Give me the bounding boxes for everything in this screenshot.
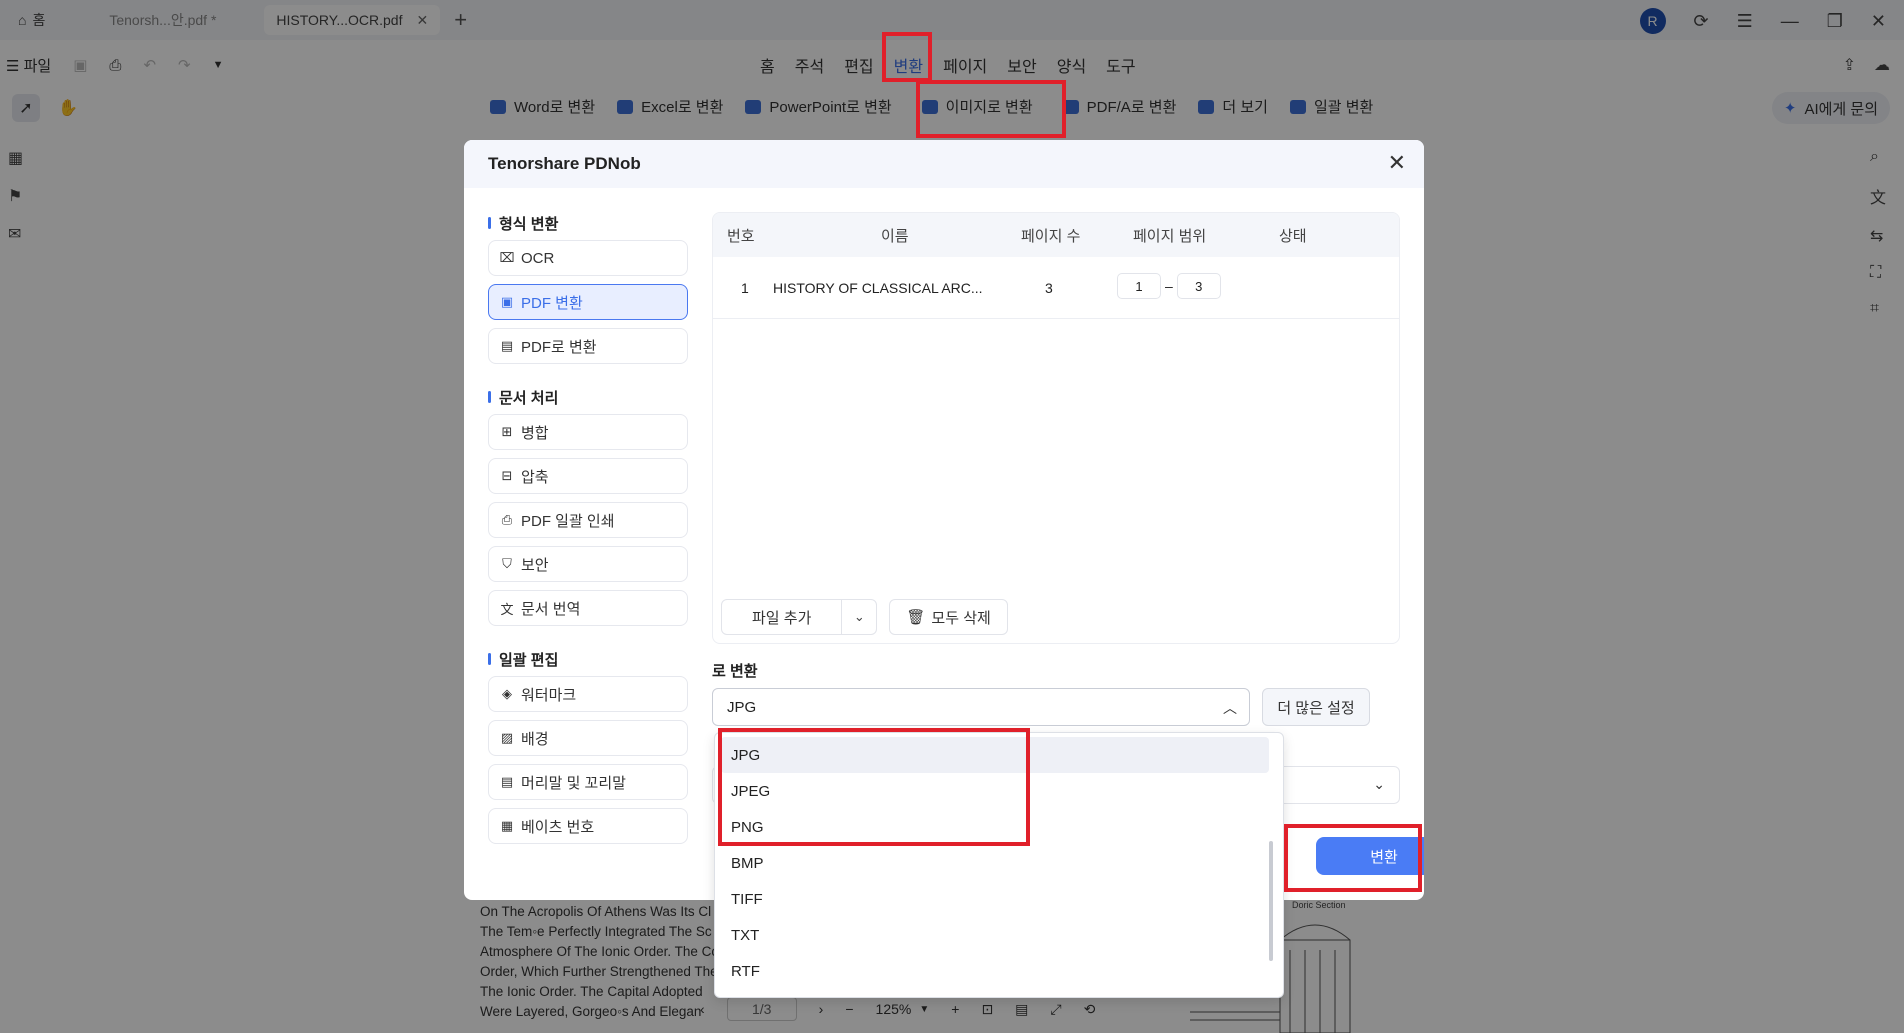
delete-all-button[interactable]: 🗑 모두 삭제 xyxy=(889,599,1008,635)
sidebar-item-label: 문서 번역 xyxy=(521,600,581,618)
column-header-status: 상태 xyxy=(1279,227,1307,245)
add-file-label[interactable]: 파일 추가 xyxy=(722,600,843,634)
sidebar-item-translate[interactable]: 文 문서 번역 xyxy=(488,590,688,626)
sidebar-item-header-footer[interactable]: ▤ 머리말 및 꼬리말 xyxy=(488,764,688,800)
row-file-name: HISTORY OF CLASSICAL ARC... xyxy=(773,279,983,296)
option-rtf[interactable]: RTF xyxy=(715,953,1270,989)
dialog-header: Tenorshare PDNob ✕ xyxy=(464,140,1424,188)
sidebar-item-ocr[interactable]: ⌧ OCR xyxy=(488,240,688,276)
bates-number-icon: ▦ xyxy=(500,818,514,833)
sidebar-item-label: 워터마크 xyxy=(521,686,577,704)
format-select[interactable]: JPG ︿ xyxy=(712,688,1250,726)
option-png[interactable]: PNG xyxy=(715,809,1270,845)
trash-icon: 🗑 xyxy=(906,609,926,626)
format-select-value: JPG xyxy=(727,698,757,716)
to-pdf-icon: ▤ xyxy=(500,338,514,353)
option-txt[interactable]: TXT xyxy=(715,917,1270,953)
page-range-from[interactable]: 1 xyxy=(1117,273,1161,299)
sidebar-item-label: 보안 xyxy=(521,556,549,574)
chevron-down-icon[interactable]: ⌄ xyxy=(842,609,876,625)
dialog-sidebar: 형식 변환 ⌧ OCR ▣ PDF 변환 ▤ PDF로 변환 문서 처리 ⊞ 병합 ⊟ 압… xyxy=(488,212,688,852)
sidebar-item-watermark[interactable]: ◈ 워터마크 xyxy=(488,676,688,712)
column-header-range: 페이지 범위 xyxy=(1133,227,1207,245)
sidebar-item-label: PDF 일괄 인쇄 xyxy=(521,512,615,530)
file-list-panel: 번호 이름 페이지 수 페이지 범위 상태 1 HISTORY OF CLASS… xyxy=(712,212,1400,644)
sidebar-item-background[interactable]: ▨ 배경 xyxy=(488,720,688,756)
more-settings-button[interactable]: 더 많은 설정 xyxy=(1262,688,1370,726)
option-jpeg[interactable]: JPEG xyxy=(715,773,1270,809)
sidebar-item-compress[interactable]: ⊟ 압축 xyxy=(488,458,688,494)
column-header-pages: 페이지 수 xyxy=(1021,227,1081,245)
sidebar-item-label: 압축 xyxy=(521,468,549,486)
close-dialog-icon[interactable]: ✕ xyxy=(1388,152,1406,174)
add-file-button[interactable]: 파일 추가 ⌄ xyxy=(721,599,878,635)
sidebar-item-label: 베이츠 번호 xyxy=(521,818,595,836)
column-header-number: 번호 xyxy=(727,227,755,245)
sidebar-item-label: OCR xyxy=(521,249,555,267)
section-batch-edit-title: 일괄 편집 xyxy=(499,651,559,669)
sidebar-item-label: 병합 xyxy=(521,424,549,442)
translate-doc-icon: 文 xyxy=(500,601,514,617)
header-footer-icon: ▤ xyxy=(500,774,514,789)
printer-icon: ⎙ xyxy=(501,512,513,527)
sidebar-item-label: PDF로 변환 xyxy=(521,338,597,356)
sidebar-item-to-pdf[interactable]: ▤ PDF로 변환 xyxy=(488,328,688,364)
column-header-name: 이름 xyxy=(881,227,909,245)
sidebar-item-label: PDF 변환 xyxy=(521,294,583,312)
delete-all-label: 모두 삭제 xyxy=(931,609,991,627)
sidebar-item-pdf-convert[interactable]: ▣ PDF 변환 xyxy=(488,284,688,320)
page-range: 1 – 3 xyxy=(1117,273,1221,299)
option-bmp[interactable]: BMP xyxy=(715,845,1270,881)
page-range-to[interactable]: 3 xyxy=(1176,273,1221,299)
shield-icon: ⛉ xyxy=(502,556,512,571)
watermark-icon: ◈ xyxy=(502,686,512,701)
section-document: 문서 처리 xyxy=(488,386,688,408)
chevron-up-icon: ︿ xyxy=(1223,700,1237,716)
convert-button[interactable]: 변환 xyxy=(1316,837,1424,875)
chevron-down-icon: ⌄ xyxy=(1373,776,1385,792)
compress-icon: ⊟ xyxy=(501,468,513,483)
format-dropdown-list: JPG JPEG PNG BMP TIFF TXT RTF xyxy=(714,732,1284,998)
dropdown-scrollbar[interactable] xyxy=(1269,841,1273,961)
row-page-count: 3 xyxy=(1045,279,1053,296)
section-batch-edit: 일괄 편집 xyxy=(488,648,688,670)
section-format-title: 형식 변환 xyxy=(499,215,559,233)
table-header: 번호 이름 페이지 수 페이지 범위 상태 xyxy=(713,213,1399,257)
table-row[interactable]: 1 HISTORY OF CLASSICAL ARC... 3 1 – 3 xyxy=(713,257,1399,319)
option-tiff[interactable]: TIFF xyxy=(715,881,1270,917)
sidebar-item-label: 배경 xyxy=(521,730,549,748)
option-jpg[interactable]: JPG xyxy=(721,737,1269,773)
ocr-icon: ⌧ xyxy=(499,250,515,265)
section-format: 형식 변환 xyxy=(488,212,688,234)
row-number: 1 xyxy=(741,279,749,296)
pdf-convert-icon: ▣ xyxy=(500,294,514,309)
sidebar-item-label: 머리말 및 꼬리말 xyxy=(521,774,626,792)
convert-to-label: 로 변환 xyxy=(712,663,758,680)
dialog-title: Tenorshare PDNob xyxy=(488,154,641,173)
sidebar-item-batch-print[interactable]: ⎙ PDF 일괄 인쇄 xyxy=(488,502,688,538)
merge-icon: ⊞ xyxy=(501,424,513,439)
section-document-title: 문서 처리 xyxy=(499,389,559,407)
sidebar-item-bates[interactable]: ▦ 베이츠 번호 xyxy=(488,808,688,844)
sidebar-item-security[interactable]: ⛉ 보안 xyxy=(488,546,688,582)
background-icon: ▨ xyxy=(500,730,514,745)
sidebar-item-merge[interactable]: ⊞ 병합 xyxy=(488,414,688,450)
